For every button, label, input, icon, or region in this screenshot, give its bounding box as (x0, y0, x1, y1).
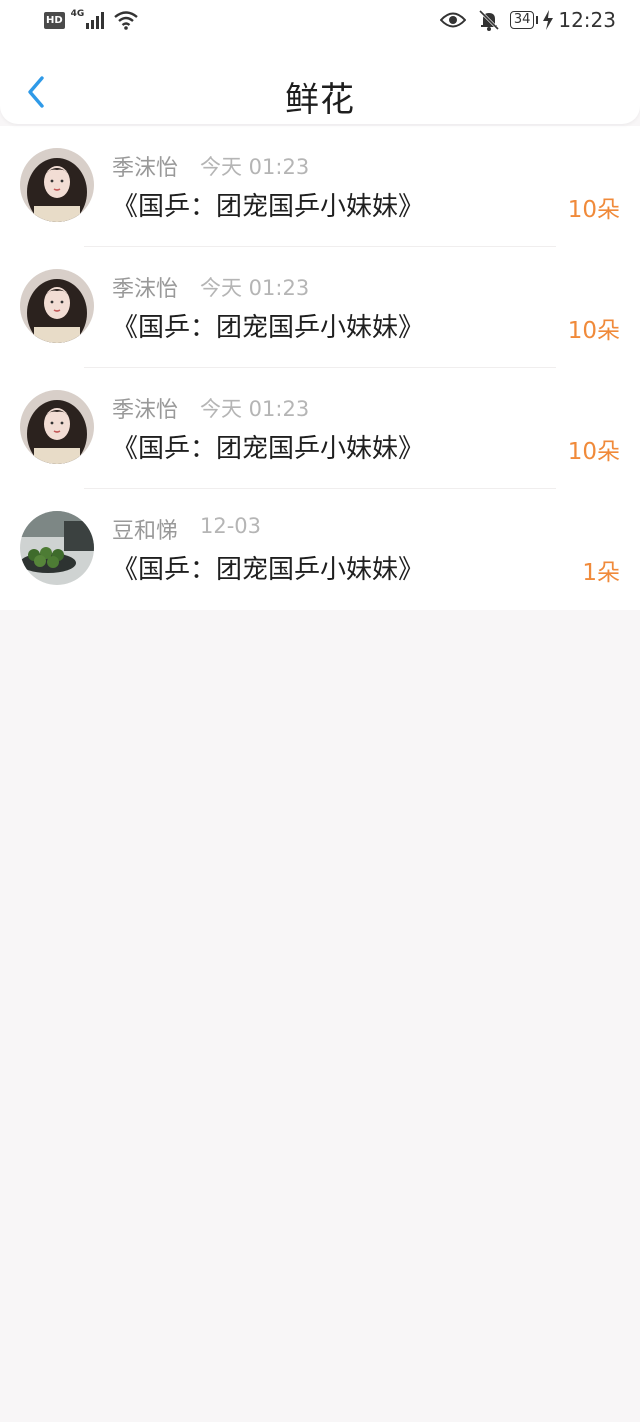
status-left: HD 4G (44, 9, 139, 30)
signal-icon (86, 12, 105, 29)
flower-count: 10朵 (567, 197, 620, 223)
hd-badge: HD (44, 11, 65, 29)
list-item[interactable]: 豆和悌 12-03 《国乒：团宠国乒小妹妹》 1朵 (0, 489, 640, 610)
sender-name: 豆和悌 (112, 519, 179, 544)
battery-icon: 34 (509, 11, 538, 29)
fruit-bowl-avatar-icon (20, 511, 94, 585)
list-item[interactable]: 季沫怡 今天 01:23 《国乒：团宠国乒小妹妹》 10朵 (0, 126, 640, 247)
sender-name: 季沫怡 (112, 398, 179, 423)
network-label: 4G (70, 9, 85, 19)
send-time: 今天 01:23 (200, 276, 310, 300)
book-title[interactable]: 《国乒：团宠国乒小妹妹》 (112, 549, 424, 586)
list-item[interactable]: 季沫怡 今天 01:23 《国乒：团宠国乒小妹妹》 10朵 (0, 368, 640, 489)
avatar[interactable] (20, 269, 94, 343)
flower-count: 1朵 (582, 560, 620, 586)
avatar[interactable] (20, 148, 94, 222)
avatar[interactable] (20, 511, 94, 585)
bell-off-icon (478, 9, 499, 31)
girl-avatar-icon (20, 390, 94, 464)
send-time: 今天 01:23 (200, 155, 310, 179)
book-title[interactable]: 《国乒：团宠国乒小妹妹》 (112, 186, 424, 223)
flower-count: 10朵 (567, 318, 620, 344)
nav-bar: 鲜花 (0, 60, 640, 124)
avatar[interactable] (20, 390, 94, 464)
book-title[interactable]: 《国乒：团宠国乒小妹妹》 (112, 428, 424, 465)
status-right: 34 12:23 (439, 8, 616, 32)
book-title[interactable]: 《国乒：团宠国乒小妹妹》 (112, 307, 424, 344)
send-time: 12-03 (200, 514, 262, 538)
status-bar: HD 4G 34 12:23 (0, 0, 640, 44)
flower-count: 10朵 (567, 439, 620, 465)
girl-avatar-icon (20, 269, 94, 343)
sender-name: 季沫怡 (112, 277, 179, 302)
send-time: 今天 01:23 (200, 397, 310, 421)
wifi-icon (114, 11, 139, 30)
charging-icon (543, 10, 554, 30)
status-time: 12:23 (558, 8, 616, 32)
page-title: 鲜花 (285, 80, 355, 120)
list-item[interactable]: 季沫怡 今天 01:23 《国乒：团宠国乒小妹妹》 10朵 (0, 247, 640, 368)
eye-icon (439, 12, 466, 28)
flower-list: 季沫怡 今天 01:23 《国乒：团宠国乒小妹妹》 10朵 季沫怡 今天 01:… (0, 126, 640, 610)
top-bar: HD 4G 34 12:23 鲜花 (0, 0, 640, 124)
girl-avatar-icon (20, 148, 94, 222)
sender-name: 季沫怡 (112, 156, 179, 181)
